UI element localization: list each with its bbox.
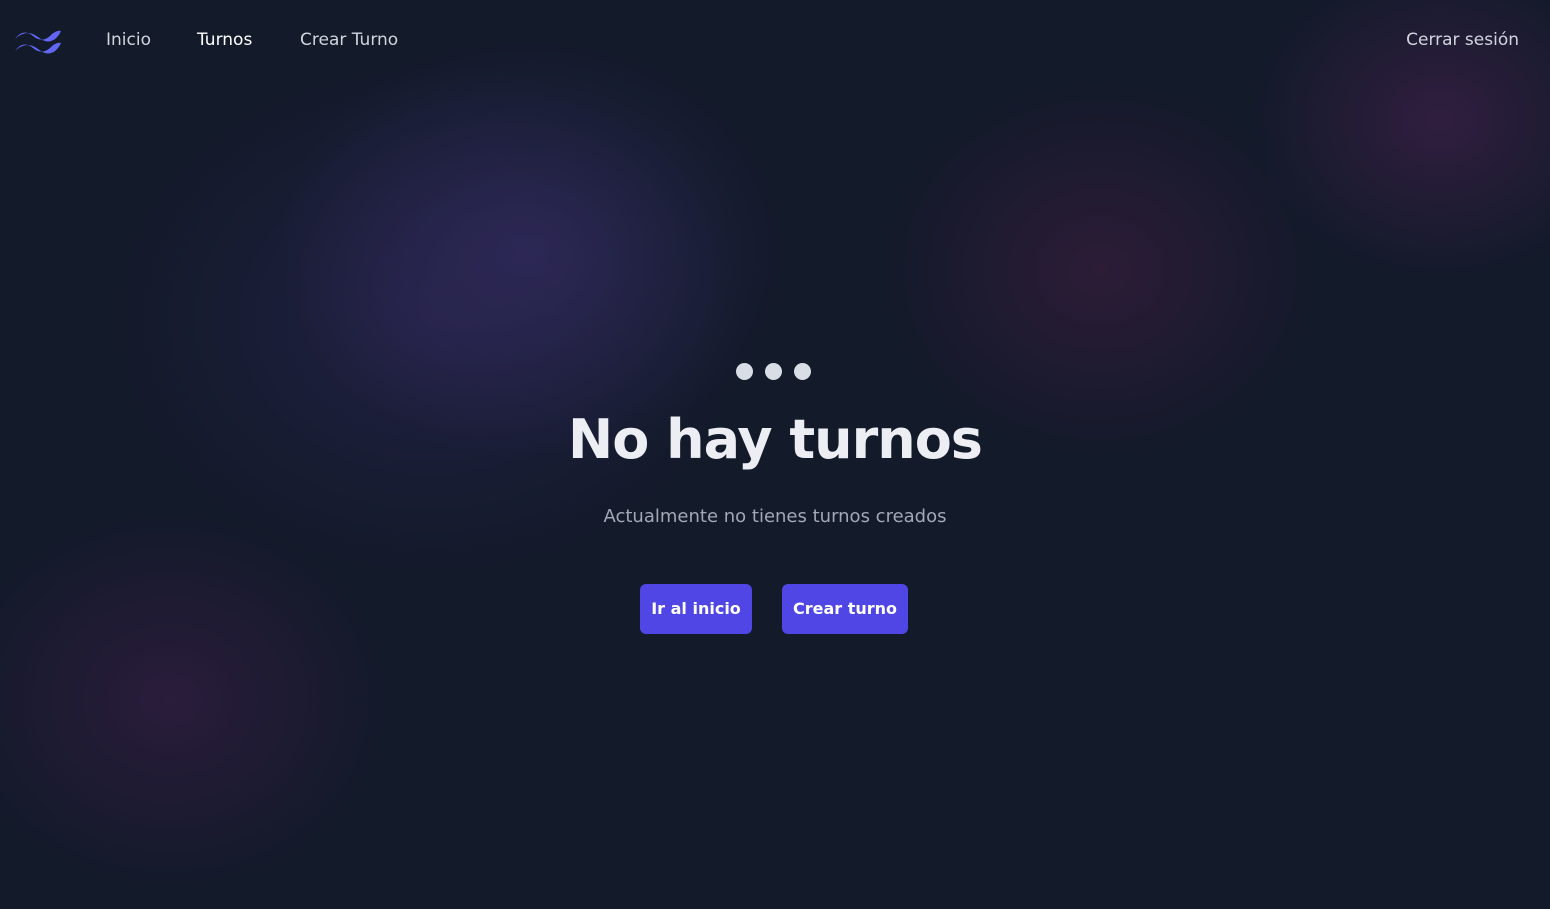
nav-link-inicio[interactable]: Inicio xyxy=(106,30,151,50)
ellipsis-dot xyxy=(794,363,811,380)
page: Inicio Turnos Crear Turno Cerrar sesión … xyxy=(0,0,1550,909)
empty-state-subtitle: Actualmente no tienes turnos creados xyxy=(603,506,947,527)
ellipsis-dot xyxy=(765,363,782,380)
empty-state-title: No hay turnos xyxy=(568,408,983,471)
ellipsis-icon xyxy=(735,363,815,381)
tailwind-waves-icon[interactable] xyxy=(14,26,62,54)
create-turno-button[interactable]: Crear turno xyxy=(782,584,908,634)
top-navbar: Inicio Turnos Crear Turno Cerrar sesión xyxy=(0,0,1550,80)
nav-link-turnos[interactable]: Turnos xyxy=(197,30,252,50)
logout-link[interactable]: Cerrar sesión xyxy=(1406,30,1519,50)
go-home-button[interactable]: Ir al inicio xyxy=(640,584,752,634)
nav-link-crear-turno[interactable]: Crear Turno xyxy=(300,30,398,50)
ellipsis-dot xyxy=(736,363,753,380)
